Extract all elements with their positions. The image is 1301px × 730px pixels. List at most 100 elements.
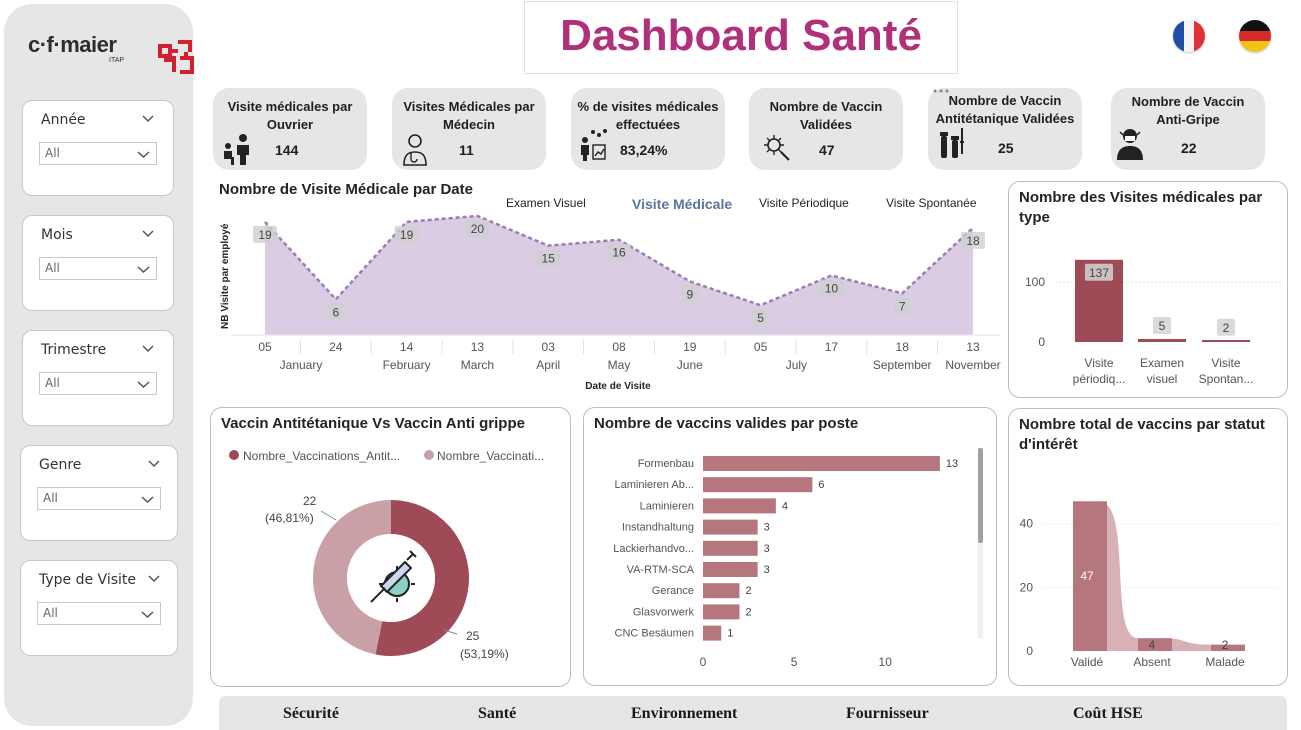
y-tick-label: Laminieren — [640, 500, 694, 512]
kpi-value: 11 — [459, 142, 474, 158]
y-tick: 0 — [1026, 644, 1033, 658]
vials-icon — [940, 128, 964, 158]
kpi-label: Nombre de Vaccin Antitétanique Validées — [935, 93, 1075, 126]
slicer-mois-dropdown[interactable]: All — [39, 257, 157, 280]
slicer-genre-title: Genre — [39, 457, 82, 473]
bar — [1138, 339, 1186, 342]
nav-sante[interactable]: Santé — [478, 705, 516, 723]
slicer-annee[interactable]: Année All — [22, 100, 174, 196]
chevron-down-icon — [137, 151, 150, 159]
filter-sidebar: c·f·maier ITAP Année All Mois All Trimes… — [4, 4, 194, 726]
y-tick: 20 — [1020, 580, 1034, 594]
france-flag-icon[interactable] — [1173, 20, 1205, 52]
x-tick-month: July — [786, 358, 807, 372]
nav-cout-hse[interactable]: Coût HSE — [1073, 705, 1143, 723]
data-label: 10 — [825, 281, 839, 295]
bar — [703, 625, 722, 641]
y-tick-label: Lackierhandvo... — [613, 543, 694, 555]
data-label: 19 — [258, 228, 272, 242]
data-label: 6 — [332, 305, 339, 319]
collapse-chevron-icon[interactable] — [147, 572, 161, 586]
slicer-mois[interactable]: Mois All — [22, 215, 174, 311]
kpi-value: 144 — [275, 142, 299, 158]
ribbon-chart-svg[interactable]: 0 20 40 47 Validé 4 Absent 2 Malade — [1009, 409, 1289, 687]
slicer-type-de-visite[interactable]: Type de Visite All — [20, 560, 178, 656]
legend-item-antigrippe[interactable]: Nombre_Vaccinati... — [437, 449, 544, 463]
kpi-label: Nombre de Vaccin Anti-Gripe — [1131, 94, 1245, 127]
x-tick: 10 — [879, 655, 893, 669]
kpi-card-vaccins-valides: Nombre de Vaccin Validées 47 — [749, 88, 903, 170]
legend-item-visite-periodique[interactable]: Visite Périodique — [759, 196, 849, 210]
legend-item-examen-visuel[interactable]: Examen Visuel — [506, 196, 586, 210]
data-label: 7 — [899, 299, 906, 313]
kpi-label: Visite médicales par Ouvrier — [227, 99, 353, 132]
company-logo: c·f·maier — [28, 32, 117, 57]
donut-chart-svg[interactable]: Nombre_Vaccinations_Antit... Nombre_Vacc… — [211, 408, 572, 688]
chevron-down-icon — [137, 266, 150, 274]
kpi-value: 25 — [998, 140, 1014, 156]
slicer-trimestre-title: Trimestre — [41, 342, 107, 358]
kpi-card-vaccins-anti-grippe: Nombre de Vaccin Anti-Gripe 22 — [1111, 88, 1265, 170]
kpi-label: Visites Médicales par Médecin — [403, 99, 535, 132]
slicer-trimestre-dropdown[interactable]: All — [39, 372, 157, 395]
bar-chart-svg[interactable]: 0 100 137 5 2 Visite périodiq... Examen visuel Vi… — [1009, 182, 1289, 399]
legend-swatch-antitetanique — [229, 450, 239, 460]
kpi-value: 47 — [819, 142, 835, 158]
slicer-genre-value: All — [43, 491, 58, 505]
x-tick-month: June — [677, 358, 703, 372]
nav-fournisseur[interactable]: Fournisseur — [846, 705, 929, 723]
company-emblem-icon — [158, 40, 194, 74]
nav-environnement[interactable]: Environnement — [631, 705, 737, 723]
area-chart-svg[interactable]: Examen Visuel Visite Médicale Visite Pér… — [211, 178, 1001, 398]
x-tick-day: 14 — [400, 340, 414, 354]
slicer-type-de-visite-dropdown[interactable]: All — [37, 602, 161, 625]
y-tick-label: Formenbau — [638, 458, 694, 470]
x-tick-month: November — [945, 358, 1000, 372]
collapse-chevron-icon[interactable] — [141, 227, 155, 241]
x-tick-day: 17 — [825, 340, 839, 354]
legend-item-antitetanique[interactable]: Nombre_Vaccinations_Antit... — [243, 449, 400, 463]
hbar-chart-svg[interactable]: Formenbau 13Laminieren Ab... 6Laminieren 4I… — [584, 408, 998, 687]
area-fill — [265, 215, 973, 335]
slicer-annee-dropdown[interactable]: All — [39, 142, 157, 165]
slice-label-percent: (46,81%) — [265, 511, 314, 525]
bar — [703, 583, 740, 599]
x-tick-day: 13 — [966, 340, 980, 354]
data-label: 1 — [727, 628, 733, 640]
y-tick-label: Gerance — [652, 585, 694, 597]
vaccin-comparison-panel: Vaccin Antitétanique Vs Vaccin Anti grip… — [210, 407, 571, 687]
legend-item-visite-spontanee[interactable]: Visite Spontanée — [886, 196, 977, 210]
scrollbar-thumb[interactable] — [978, 448, 983, 543]
data-label: 4 — [782, 500, 788, 512]
slicer-trimestre[interactable]: Trimestre All — [22, 330, 174, 426]
bar — [1202, 340, 1250, 342]
bar — [703, 477, 813, 493]
data-label: 2 — [1222, 638, 1229, 652]
legend-title: Visite Médicale — [632, 196, 732, 212]
slicer-genre[interactable]: Genre All — [20, 445, 178, 541]
visites-par-type-panel: Nombre des Visites médicales par type 01… — [1008, 181, 1288, 398]
slicer-genre-dropdown[interactable]: All — [37, 487, 161, 510]
x-tick-day: 19 — [683, 340, 697, 354]
x-tick-label: Spontan... — [1199, 372, 1254, 386]
nav-securite[interactable]: Sécurité — [283, 705, 339, 723]
collapse-chevron-icon[interactable] — [141, 112, 155, 126]
x-tick-label: visuel — [1147, 372, 1178, 386]
data-label: 3 — [764, 522, 770, 534]
y-tick: 40 — [1020, 517, 1034, 531]
x-tick-day: 05 — [754, 340, 768, 354]
slicer-annee-title: Année — [41, 112, 86, 128]
x-tick-month: January — [280, 358, 323, 372]
chevron-down-icon — [141, 496, 154, 504]
data-label: 9 — [686, 287, 693, 301]
collapse-chevron-icon[interactable] — [141, 342, 155, 356]
x-tick-day: 05 — [258, 340, 272, 354]
data-label: 2 — [745, 585, 751, 597]
slicer-mois-value: All — [45, 261, 60, 275]
x-tick-month: February — [383, 358, 431, 372]
germany-flag-icon[interactable] — [1239, 20, 1271, 52]
collapse-chevron-icon[interactable] — [147, 457, 161, 471]
data-label: 2 — [745, 606, 751, 618]
slice-label-percent: (53,19%) — [460, 647, 509, 661]
vaccins-par-poste-panel: Nombre de vaccins valides par poste Form… — [583, 407, 997, 686]
